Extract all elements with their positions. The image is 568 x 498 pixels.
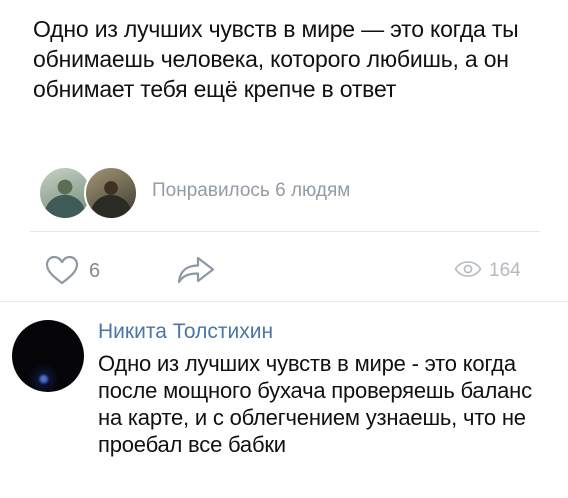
comment-item: Никита Толстихин Одно из лучших чувств в… xyxy=(0,302,568,498)
post-text: Одно из лучших чувств в мире — это когда… xyxy=(33,16,519,102)
post-card: Одно из лучших чувств в мире — это когда… xyxy=(0,0,568,300)
share-arrow-icon[interactable] xyxy=(176,254,216,286)
liker-avatar[interactable] xyxy=(84,166,138,220)
likes-summary-text[interactable]: Понравилось 6 людям xyxy=(152,180,350,202)
comment-author[interactable]: Никита Толстихин xyxy=(98,320,273,344)
likes-summary-row[interactable]: Понравилось 6 людям xyxy=(38,166,538,222)
post-actions: 6 164 xyxy=(0,250,568,290)
like-count: 6 xyxy=(89,260,101,282)
divider xyxy=(30,231,540,232)
eye-icon xyxy=(454,261,482,277)
commenter-avatar[interactable] xyxy=(12,320,84,392)
views-count: 164 xyxy=(489,260,521,281)
comment-text: Одно из лучших чувств в мире - это когда… xyxy=(98,351,532,457)
heart-outline-icon[interactable] xyxy=(45,255,79,285)
